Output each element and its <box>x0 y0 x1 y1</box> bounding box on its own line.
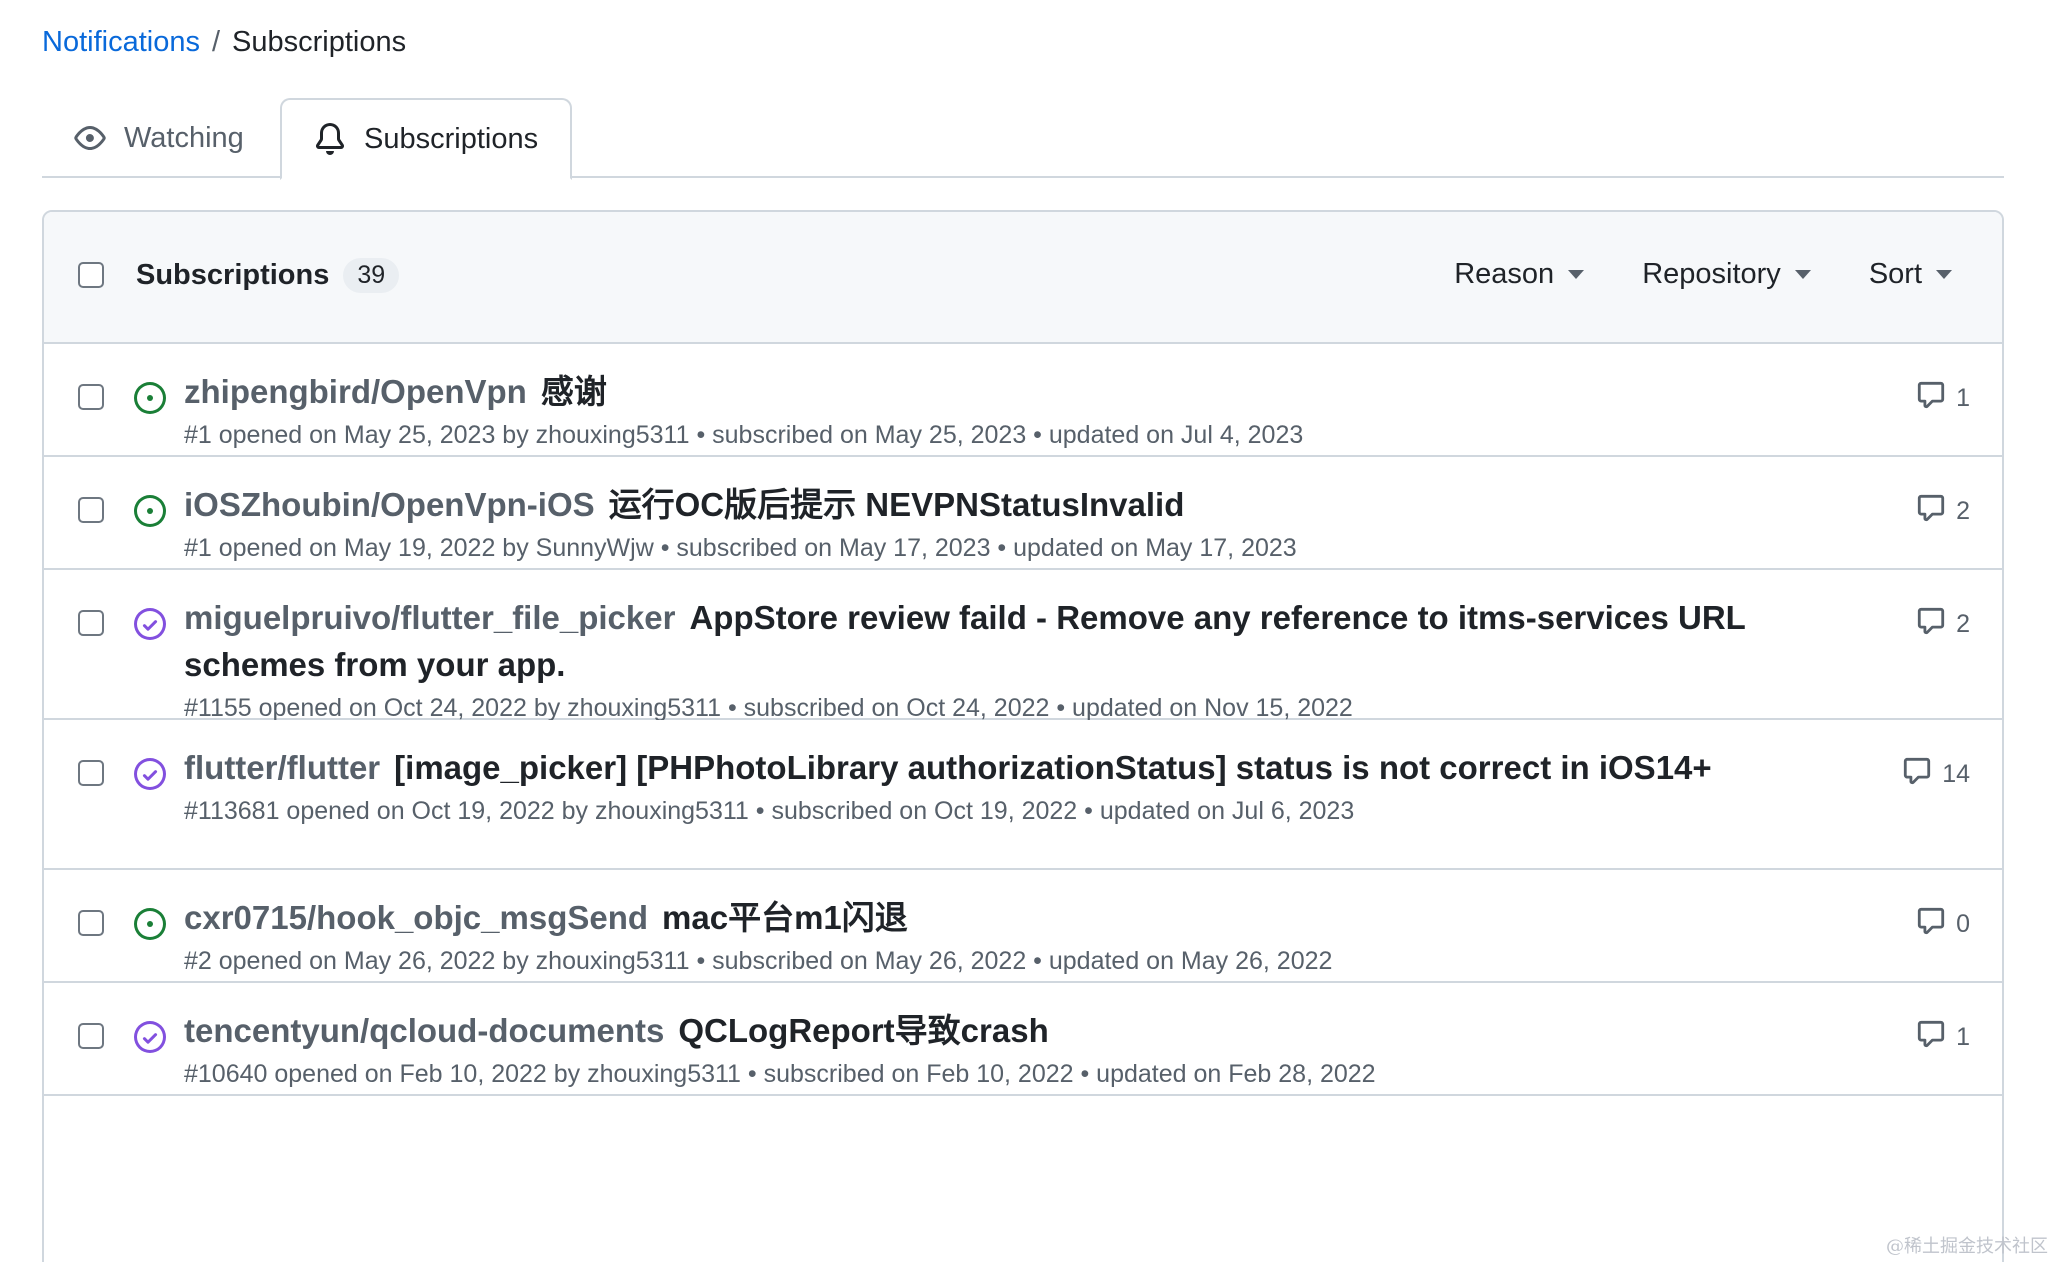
issue-title-line[interactable]: flutter/flutter [image_picker] [PHPhotoLi… <box>184 744 1882 791</box>
comment-icon <box>1916 606 1946 643</box>
repository-filter-label: Repository <box>1642 258 1781 290</box>
issue-title-line[interactable]: miguelpruivo/flutter_file_picker AppStore… <box>184 594 1882 688</box>
issue-title-link[interactable]: 运行OC版后提示 NEVPNStatusInvalid <box>609 486 1185 523</box>
issue-open-icon <box>134 382 166 419</box>
tab-watching-label: Watching <box>124 121 244 154</box>
repo-name-link[interactable]: tencentyun/qcloud-documents <box>184 1012 664 1049</box>
tab-watching[interactable]: Watching <box>42 98 276 178</box>
issue-title-line[interactable]: zhipengbird/OpenVpn 感谢 <box>184 368 1882 415</box>
subscription-row[interactable]: miguelpruivo/flutter_file_picker AppStore… <box>44 570 2002 723</box>
subscription-row[interactable]: tencentyun/qcloud-documents QCLogReport导致… <box>44 983 2002 1096</box>
subscription-list: zhipengbird/OpenVpn 感谢 #1 opened on May 25… <box>44 344 2002 1096</box>
page: Notifications / Subscriptions Watching S… <box>0 0 2060 1262</box>
row-body: flutter/flutter [image_picker] [PHPhotoLi… <box>184 744 1882 826</box>
caret-down-icon <box>1936 270 1952 279</box>
comment-count[interactable]: 0 <box>1916 906 1970 943</box>
issue-closed-icon <box>134 1021 166 1058</box>
caret-down-icon <box>1568 270 1585 279</box>
breadcrumb-separator: / <box>211 26 221 58</box>
subscription-row[interactable]: cxr0715/hook_objc_msgSend mac平台m1闪退 #2 ope… <box>44 870 2002 983</box>
comment-icon <box>1916 380 1946 417</box>
issue-meta: #1 opened on May 19, 2022 by SunnyWjw • … <box>184 534 1297 562</box>
tab-subscriptions[interactable]: Subscriptions <box>280 98 572 180</box>
comment-count[interactable]: 1 <box>1916 380 1970 417</box>
comment-count[interactable]: 14 <box>1902 756 1970 793</box>
subscription-row[interactable]: iOSZhoubin/OpenVpn-iOS 运行OC版后提示 NEVPNStat… <box>44 457 2002 570</box>
comment-count[interactable]: 1 <box>1916 1019 1970 1056</box>
comment-icon <box>1902 756 1932 793</box>
comment-count-value: 2 <box>1956 497 1970 525</box>
issue-meta: #10640 opened on Feb 10, 2022 by zhouxin… <box>184 1060 1376 1088</box>
repo-name-link[interactable]: flutter/flutter <box>184 749 380 786</box>
caret-down-icon <box>1794 270 1811 279</box>
sort-label: Sort <box>1868 258 1922 290</box>
subscription-row[interactable]: flutter/flutter [image_picker] [PHPhotoLi… <box>44 720 2002 870</box>
eye-icon <box>74 122 106 154</box>
comment-count[interactable]: 2 <box>1916 606 1970 643</box>
issue-title-link[interactable]: [image_picker] [PHPhotoLibrary authoriza… <box>394 749 1712 786</box>
row-body: cxr0715/hook_objc_msgSend mac平台m1闪退 #2 ope… <box>184 894 1882 976</box>
sort-dropdown[interactable]: Sort <box>1869 258 1952 291</box>
issue-closed-icon <box>134 608 166 645</box>
row-body: tencentyun/qcloud-documents QCLogReport导致… <box>184 1007 1882 1089</box>
issue-meta: #113681 opened on Oct 19, 2022 by zhouxi… <box>184 797 1355 825</box>
repo-name-link[interactable]: cxr0715/hook_objc_msgSend <box>184 899 648 936</box>
breadcrumb-notifications-link[interactable]: Notifications <box>42 26 200 59</box>
select-all-checkbox[interactable] <box>78 262 104 288</box>
comment-icon <box>1916 906 1946 943</box>
row-checkbox[interactable] <box>78 610 104 636</box>
issue-title-line[interactable]: iOSZhoubin/OpenVpn-iOS 运行OC版后提示 NEVPNStat… <box>184 481 1882 528</box>
comment-count-value: 2 <box>1956 610 1970 638</box>
panel-header: Subscriptions 39 Reason Repository Sort <box>44 212 2002 344</box>
repo-name-link[interactable]: miguelpruivo/flutter_file_picker <box>184 599 675 636</box>
row-body: iOSZhoubin/OpenVpn-iOS 运行OC版后提示 NEVPNStat… <box>184 481 1882 563</box>
comment-count-value: 0 <box>1956 910 1970 938</box>
issue-open-icon <box>134 495 166 532</box>
tab-bar: Watching Subscriptions <box>42 98 2004 180</box>
watermark: @稀土掘金技术社区 <box>1886 1236 2048 1257</box>
panel-title: Subscriptions 39 <box>136 258 400 293</box>
issue-open-icon <box>134 908 166 945</box>
breadcrumb: Notifications / Subscriptions <box>42 26 406 59</box>
row-checkbox[interactable] <box>78 497 104 523</box>
issue-meta: #1 opened on May 25, 2023 by zhouxing531… <box>184 421 1304 449</box>
reason-filter-dropdown[interactable]: Reason <box>1454 258 1585 291</box>
subscriptions-panel: Subscriptions 39 Reason Repository Sort … <box>42 210 2004 1262</box>
comment-count-value: 1 <box>1956 1023 1970 1051</box>
issue-closed-icon <box>134 758 166 795</box>
repository-filter-dropdown[interactable]: Repository <box>1642 258 1811 291</box>
issue-title-line[interactable]: cxr0715/hook_objc_msgSend mac平台m1闪退 <box>184 894 1882 941</box>
issue-title-link[interactable]: QCLogReport导致crash <box>678 1012 1048 1049</box>
comment-icon <box>1916 1019 1946 1056</box>
issue-meta: #1155 opened on Oct 24, 2022 by zhouxing… <box>184 694 1353 722</box>
row-checkbox[interactable] <box>78 384 104 410</box>
filter-bar: Reason Repository Sort <box>1454 258 1952 291</box>
row-checkbox[interactable] <box>78 1023 104 1049</box>
comment-icon <box>1916 493 1946 530</box>
panel-title-text: Subscriptions <box>136 259 330 291</box>
breadcrumb-current: Subscriptions <box>232 26 407 58</box>
issue-title-link[interactable]: 感谢 <box>541 373 607 410</box>
issue-title-line[interactable]: tencentyun/qcloud-documents QCLogReport导致… <box>184 1007 1882 1054</box>
repo-name-link[interactable]: iOSZhoubin/OpenVpn-iOS <box>184 486 595 523</box>
subscriptions-count-badge: 39 <box>343 258 400 293</box>
reason-filter-label: Reason <box>1454 258 1555 290</box>
row-checkbox[interactable] <box>78 760 104 786</box>
row-checkbox[interactable] <box>78 910 104 936</box>
tab-subscriptions-label: Subscriptions <box>364 122 539 155</box>
comment-count-value: 1 <box>1956 384 1970 412</box>
repo-name-link[interactable]: zhipengbird/OpenVpn <box>184 373 527 410</box>
subscription-row[interactable]: zhipengbird/OpenVpn 感谢 #1 opened on May 25… <box>44 344 2002 457</box>
row-body: zhipengbird/OpenVpn 感谢 #1 opened on May 25… <box>184 368 1882 450</box>
issue-title-link[interactable]: mac平台m1闪退 <box>662 899 908 936</box>
issue-meta: #2 opened on May 26, 2022 by zhouxing531… <box>184 947 1333 975</box>
comment-count-value: 14 <box>1942 760 1970 788</box>
row-body: miguelpruivo/flutter_file_picker AppStore… <box>184 594 1882 723</box>
comment-count[interactable]: 2 <box>1916 493 1970 530</box>
bell-icon <box>314 123 346 155</box>
